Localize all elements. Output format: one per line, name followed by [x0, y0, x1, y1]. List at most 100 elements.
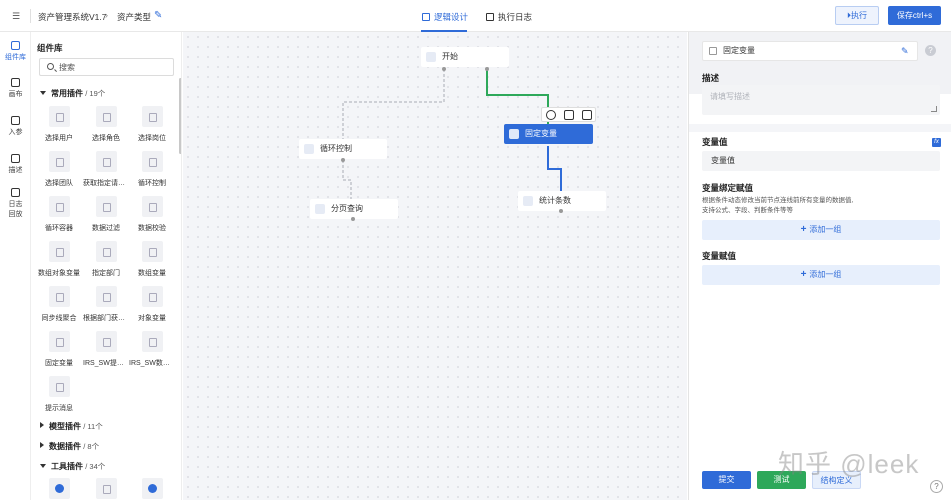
rail-item-library[interactable]: 组件库 [0, 41, 31, 62]
rail-item-log-replay[interactable]: 日志 回放 [0, 188, 31, 219]
tab-exec-log[interactable]: 执行日志 [486, 11, 532, 23]
library-title: 组件库 [37, 43, 63, 53]
plugin-label: 选择团队 [45, 180, 73, 187]
search-input[interactable] [59, 61, 169, 74]
bind-hint: 根据条件动态修改当前节点连线前所有变量的数据值, [702, 197, 854, 204]
group-tools[interactable]: 工具插件 / 34个 [40, 461, 105, 472]
plugin-item[interactable]: 循环容器 [36, 196, 82, 233]
bind-label: 变量绑定赋值 [702, 183, 754, 193]
tab-label: 执行日志 [498, 12, 533, 22]
input-icon [11, 116, 20, 125]
node-loop-control[interactable]: 循环控制 [299, 139, 387, 159]
plugin-item[interactable]: 指定部门 [83, 241, 129, 278]
plugin-icon [48, 196, 70, 217]
help-icon[interactable]: ? [930, 480, 943, 493]
group-model[interactable]: 模型插件 / 11个 [40, 421, 103, 432]
plugin-item[interactable]: 根据部门获取... [83, 286, 129, 323]
resize-grip-icon[interactable] [931, 106, 937, 112]
search-box[interactable] [39, 58, 174, 76]
node-start[interactable]: 开始 [421, 47, 509, 67]
plugin-item[interactable]: 获取指定请求... [83, 151, 129, 188]
plugin-item[interactable]: 循环控制 [129, 151, 175, 188]
plugin-item[interactable]: 选择团队 [36, 151, 82, 188]
plugin-item[interactable]: 同步线聚合 [36, 286, 82, 323]
plugin-item[interactable]: 对象变量 [129, 286, 175, 323]
plugin-label: 对象变量 [138, 315, 166, 322]
exec-button[interactable]: ⏵执行 [835, 6, 879, 25]
node-fixed-variable[interactable]: 固定变量 [504, 124, 593, 144]
plugin-label: 选择角色 [92, 135, 120, 142]
edge-start-fixed [486, 69, 549, 125]
rail-label: 回放 [8, 211, 23, 218]
group-count: / 19个 [85, 89, 106, 98]
port[interactable] [485, 67, 489, 71]
submit-button[interactable]: 提交 [702, 471, 751, 489]
plugin-label: IRS_SW数据... [129, 360, 175, 367]
plugin-item[interactable]: IRS_SW数据... [129, 331, 175, 368]
caret-right-icon [40, 422, 44, 428]
copy-icon[interactable] [564, 110, 574, 120]
port[interactable] [341, 158, 345, 162]
loop-icon [304, 144, 314, 154]
plugin-label: 数据过滤 [92, 225, 120, 232]
port[interactable] [559, 209, 563, 213]
tab-label: 逻辑设计 [434, 12, 469, 22]
scrollbar[interactable] [179, 78, 181, 154]
tool-plugin[interactable] [83, 478, 129, 499]
add-group-label: 添加一组 [809, 225, 842, 234]
group-common[interactable]: 常用插件 / 19个 [40, 88, 105, 99]
variable-icon [709, 47, 717, 55]
rail-item-input[interactable]: 入参 [0, 116, 31, 137]
rail-item-canvas[interactable]: 画布 [0, 78, 31, 99]
rail-item-desc[interactable]: 描述 [0, 154, 31, 175]
rail-label: 画布 [8, 91, 23, 98]
plugin-item[interactable]: 数据校验 [129, 196, 175, 233]
plugin-item[interactable]: 固定变量 [36, 331, 82, 368]
plugin-label: 循环控制 [138, 180, 166, 187]
variable-icon [509, 129, 519, 139]
add-group-button[interactable]: + 添加一组 [702, 265, 940, 285]
port[interactable] [442, 67, 446, 71]
group-count: / 11个 [83, 422, 103, 431]
delete-icon[interactable] [582, 110, 592, 120]
fx-icon[interactable]: fx [932, 138, 941, 147]
flow-canvas[interactable]: 开始 循环控制 固定变量 分页查询 统计条数 [183, 32, 687, 500]
tool-plugin[interactable] [129, 478, 175, 499]
plugin-icon [95, 196, 117, 217]
plugin-label: 数组变量 [138, 270, 166, 277]
plugin-label: 数组对象变量 [38, 270, 80, 277]
info-icon[interactable] [546, 110, 556, 120]
help-icon[interactable]: ? [925, 45, 936, 56]
add-group-button[interactable]: + 添加一组 [702, 220, 940, 240]
edit-icon[interactable]: ✎ [901, 42, 909, 60]
menu-icon[interactable]: ☰ [12, 11, 22, 21]
plugin-item[interactable]: 数据过滤 [83, 196, 129, 233]
app-title[interactable]: 资产管理系统V1.7 [38, 11, 107, 23]
plugin-item[interactable]: 提示消息 [36, 376, 82, 413]
bind-hint: 支持公式、字段、判断条件等等 [702, 207, 793, 214]
node-page-query[interactable]: 分页查询 [310, 199, 398, 219]
plugin-item[interactable]: 选择角色 [83, 106, 129, 143]
edges-layer [342, 69, 562, 199]
save-button[interactable]: 保存ctrl+s [888, 6, 941, 25]
group-name: 模型插件 [49, 422, 81, 431]
plugin-item[interactable]: IRS_SW提交... [83, 331, 129, 368]
node-name-field[interactable]: 固定变量 ✎ [702, 41, 918, 61]
node-label: 循环控制 [320, 144, 352, 153]
tab-logic-design[interactable]: 逻辑设计 [422, 11, 468, 23]
tool-plugin[interactable] [36, 478, 82, 499]
plugin-item[interactable]: 选择用户 [36, 106, 82, 143]
plugin-item[interactable]: 选择岗位 [129, 106, 175, 143]
divider [30, 9, 31, 23]
node-count[interactable]: 统计条数 [518, 191, 606, 211]
plugin-item[interactable]: 数组变量 [129, 241, 175, 278]
group-data[interactable]: 数据插件 / 8个 [40, 441, 99, 452]
desc-textarea[interactable]: 请填写描述 [702, 85, 940, 115]
port[interactable] [351, 217, 355, 221]
plugin-item[interactable]: 数组对象变量 [36, 241, 82, 278]
edit-icon[interactable]: ✎ [154, 10, 165, 21]
plugin-icon [95, 151, 117, 172]
edge-loop-page [342, 160, 352, 199]
value-field[interactable]: 变量值 [702, 151, 940, 171]
edge-fixed-count [547, 146, 562, 191]
